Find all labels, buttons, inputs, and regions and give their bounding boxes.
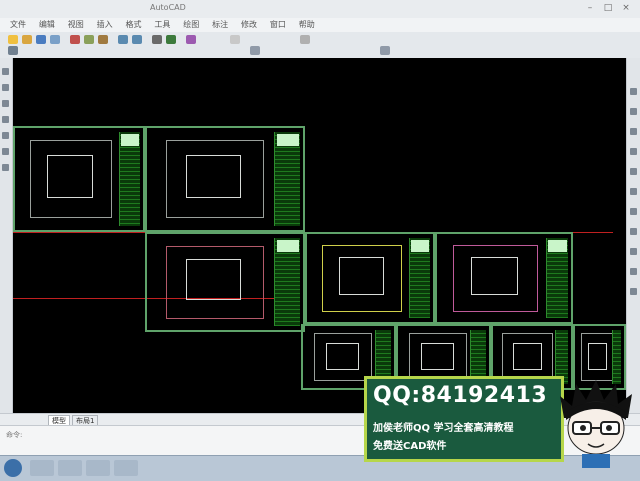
explode-icon[interactable] [630,288,637,295]
menu-tools[interactable]: 工具 [154,18,170,32]
fillet-icon[interactable] [630,268,637,275]
taskbar-app-button[interactable] [114,460,138,476]
menu-dimension[interactable]: 标注 [212,18,228,32]
floor-plan [502,333,553,382]
close-icon[interactable]: × [618,2,634,15]
title-block [118,132,140,226]
app-title: AutoCAD [150,3,186,12]
drawing-sheet[interactable] [145,126,305,232]
title-stamp [277,240,299,252]
offset-icon[interactable] [630,148,637,155]
mirror-icon[interactable] [630,128,637,135]
floor-plan [165,140,265,218]
promo-banner: QQ:84192413 加侯老师QQ 学习全套高清教程 免费送CAD软件 [364,376,564,462]
erase-icon[interactable] [630,88,637,95]
cut-icon[interactable] [70,35,80,44]
print-icon[interactable] [50,35,60,44]
promo-qq-number: QQ:84192413 [373,383,548,408]
move-icon[interactable] [630,168,637,175]
maximize-icon[interactable]: □ [600,2,616,15]
menu-file[interactable]: 文件 [10,18,26,32]
drawing-canvas[interactable] [13,58,626,413]
rotate-icon[interactable] [630,188,637,195]
linetype-control-icon[interactable] [380,46,390,55]
menu-draw[interactable]: 绘图 [183,18,199,32]
copy-object-icon[interactable] [630,108,637,115]
undo-icon[interactable] [118,35,128,44]
line-icon[interactable] [2,68,9,75]
modify-toolbar [626,58,640,418]
menu-modify[interactable]: 修改 [241,18,257,32]
arc-icon[interactable] [2,116,9,123]
title-stamp [548,240,567,252]
taskbar-app-button[interactable] [58,460,82,476]
floor-plan [30,140,112,218]
properties-icon[interactable] [186,35,196,44]
extend-icon[interactable] [630,248,637,255]
taskbar-app-button[interactable] [86,460,110,476]
title-stamp [277,134,299,146]
copy-icon[interactable] [84,35,94,44]
minimize-icon[interactable]: – [582,2,598,15]
new-file-icon[interactable] [8,35,18,44]
menu-view[interactable]: 视图 [68,18,84,32]
trim-icon[interactable] [630,228,637,235]
title-bar: AutoCAD – □ × [0,0,640,19]
floor-plan [313,333,373,382]
floor-plan [580,333,614,382]
draw-toolbar [0,58,13,418]
color-control-icon[interactable] [250,46,260,55]
layer-icon[interactable] [230,35,240,44]
menu-edit[interactable]: 编辑 [39,18,55,32]
promo-line-2: 免费送CAD软件 [373,441,447,452]
layer-dropdown-icon[interactable] [8,46,18,55]
menu-insert[interactable]: 插入 [97,18,113,32]
command-prompt: 命令: [6,431,23,439]
menu-format[interactable]: 格式 [126,18,142,32]
scale-icon[interactable] [630,208,637,215]
paste-icon[interactable] [98,35,108,44]
rectangle-icon[interactable] [2,132,9,139]
drawing-sheet[interactable] [13,126,145,232]
polyline-icon[interactable] [2,84,9,91]
circle-icon[interactable] [2,100,9,107]
redo-icon[interactable] [132,35,142,44]
menu-window[interactable]: 窗口 [270,18,286,32]
mascot-illustration [560,380,632,468]
hatch-icon[interactable] [2,148,9,155]
drawing-sheet[interactable] [435,232,573,324]
title-stamp [121,134,139,146]
drawing-sheet[interactable] [305,232,435,324]
floor-plan [453,244,539,312]
zoom-icon[interactable] [166,35,176,44]
floor-plan [322,244,403,312]
start-orb-icon[interactable] [4,459,22,477]
floor-plan [165,245,265,319]
taskbar-app-button[interactable] [30,460,54,476]
floor-plan [408,333,468,382]
promo-line-1: 加侯老师QQ 学习全套高清教程 [373,423,514,434]
text-icon[interactable] [2,164,9,171]
title-stamp [411,240,429,252]
menu-help[interactable]: 帮助 [299,18,315,32]
save-icon[interactable] [36,35,46,44]
pan-icon[interactable] [152,35,162,44]
drawing-sheet[interactable] [145,232,305,332]
title-block [612,330,621,384]
style-icon[interactable] [300,35,310,44]
toolbar [0,32,640,59]
open-file-icon[interactable] [22,35,32,44]
menu-bar: 文件 编辑 视图 插入 格式 工具 绘图 标注 修改 窗口 帮助 [0,18,640,33]
title-block [274,132,300,226]
